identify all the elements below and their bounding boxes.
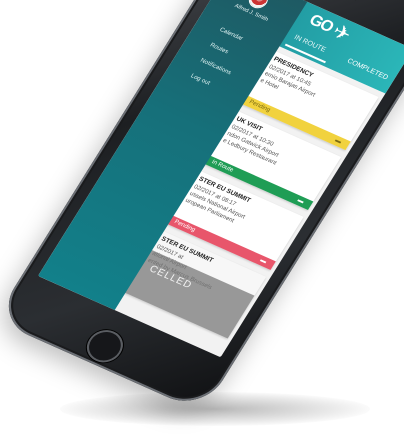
smartphone: GO ✈ IN ROUTE COMPLETED Alfred J. Smith … bbox=[0, 0, 404, 413]
home-button[interactable] bbox=[80, 324, 130, 368]
sidebar-item-log-out[interactable]: Log out bbox=[189, 73, 211, 86]
car-icon: ▬ bbox=[333, 137, 343, 146]
car-icon: ▬ bbox=[258, 257, 268, 266]
car-icon: ▬ bbox=[296, 197, 305, 206]
sidebar-item-notifications[interactable]: Notifications bbox=[199, 58, 232, 76]
sidebar-item-routes[interactable]: Routes bbox=[209, 42, 230, 55]
status-label: Pending bbox=[247, 99, 272, 114]
earpiece-speaker bbox=[303, 0, 360, 1]
status-label: In Route bbox=[210, 159, 235, 174]
phone-shadow bbox=[60, 392, 370, 426]
sidebar-item-calendar[interactable]: Calendar bbox=[218, 27, 243, 42]
status-label: Pending bbox=[172, 219, 197, 234]
scene: GO ✈ IN ROUTE COMPLETED Alfred J. Smith … bbox=[0, 0, 404, 441]
phone-screen: GO ✈ IN ROUTE COMPLETED Alfred J. Smith … bbox=[37, 0, 404, 358]
tab-completed[interactable]: COMPLETED bbox=[346, 58, 390, 82]
